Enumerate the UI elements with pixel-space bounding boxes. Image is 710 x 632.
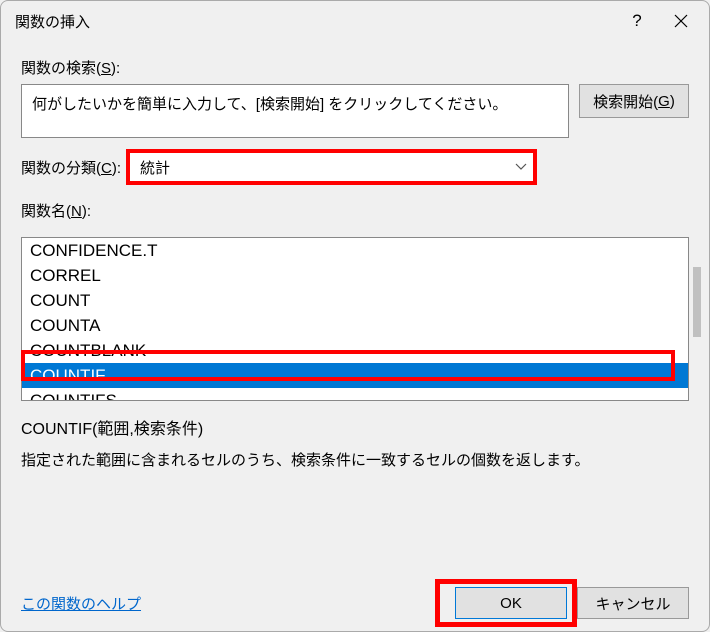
help-link[interactable]: この関数のヘルプ [21, 593, 141, 614]
list-item[interactable]: COUNTBLANK [22, 338, 688, 363]
insert-function-dialog: 関数の挿入 ? 関数の検索(S): 何がしたいかを簡単に入力して、[検索開始] … [0, 0, 710, 632]
list-item[interactable]: CORREL [22, 263, 688, 288]
search-label: 関数の検索(S): [21, 57, 689, 78]
search-go-button[interactable]: 検索開始(G) [579, 84, 689, 118]
list-item[interactable]: COUNTIF [22, 363, 688, 388]
cancel-button[interactable]: キャンセル [577, 587, 689, 619]
help-icon[interactable]: ? [615, 6, 659, 36]
category-value: 統計 [140, 157, 170, 178]
category-select[interactable]: 統計 [129, 152, 534, 182]
category-label: 関数の分類(C): [21, 157, 121, 178]
ok-button[interactable]: OK [455, 587, 567, 619]
titlebar: 関数の挿入 ? [1, 1, 709, 41]
list-item[interactable]: COUNTA [22, 313, 688, 338]
scrollbar[interactable] [693, 267, 701, 337]
function-syntax: COUNTIF(範囲,検索条件) [21, 415, 689, 439]
function-name-label: 関数名(N): [21, 200, 689, 221]
list-item[interactable]: CONFIDENCE.T [22, 238, 688, 263]
close-icon[interactable] [659, 6, 703, 36]
function-description: 指定された範囲に含まれるセルのうち、検索条件に一致するセルの個数を返します。 [21, 449, 689, 470]
chevron-down-icon[interactable] [508, 152, 534, 182]
list-item[interactable]: COUNTIFS [22, 388, 688, 401]
list-item[interactable]: COUNT [22, 288, 688, 313]
function-listbox[interactable]: CONFIDENCE.T CORREL COUNT COUNTA COUNTBL… [21, 237, 689, 401]
dialog-title: 関数の挿入 [15, 11, 615, 32]
search-input[interactable]: 何がしたいかを簡単に入力して、[検索開始] をクリックしてください。 [21, 84, 569, 138]
